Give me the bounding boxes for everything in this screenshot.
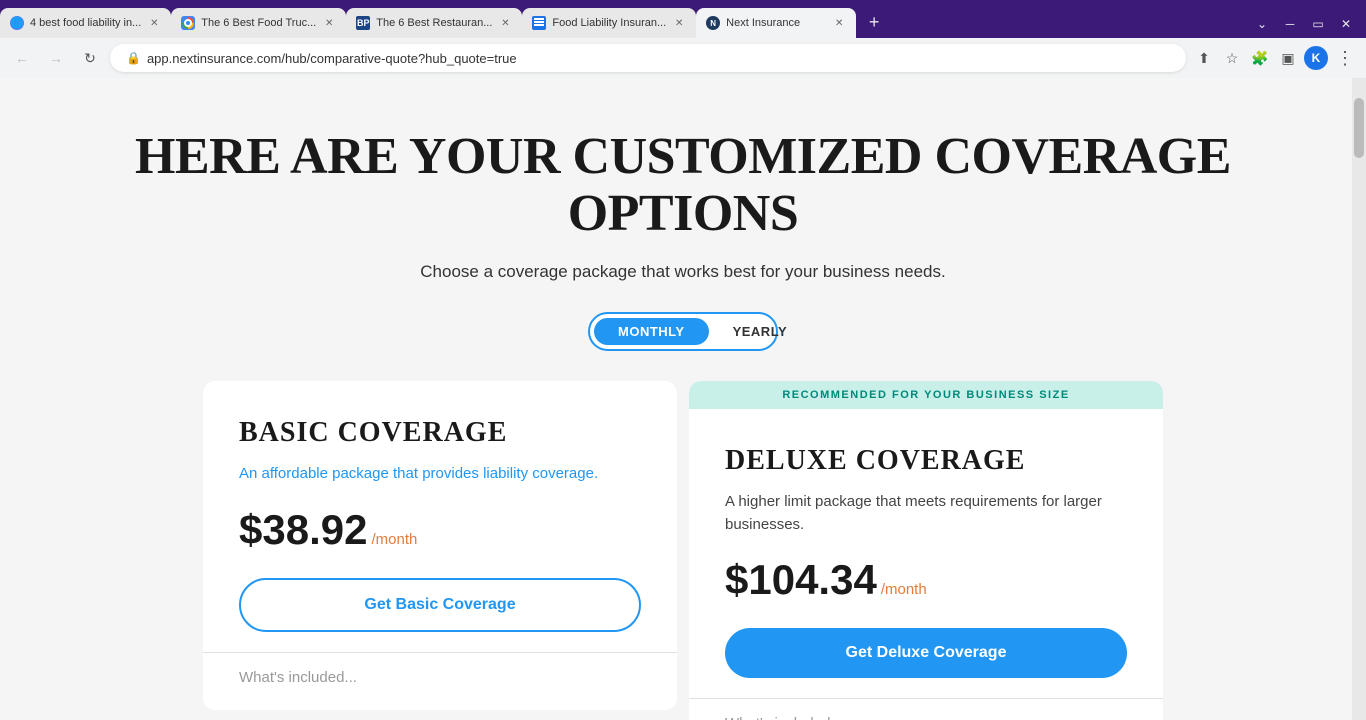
page-title: HERE ARE YOUR CUSTOMIZED COVERAGE OPTION… bbox=[60, 128, 1306, 242]
tab-list-icon[interactable]: ⌄ bbox=[1250, 12, 1274, 36]
tab-bar: 🌐 4 best food liability in... ✕ The 6 Be… bbox=[0, 0, 1366, 38]
share-icon[interactable]: ⬆ bbox=[1192, 46, 1216, 70]
deluxe-price-amount: $104.34 bbox=[725, 556, 877, 604]
basic-whats-included[interactable]: What's included... bbox=[239, 669, 641, 686]
tab5-close-icon[interactable]: ✕ bbox=[832, 16, 846, 30]
tab1-close-icon[interactable]: ✕ bbox=[147, 16, 161, 30]
basic-desc-plain: An affordable package that provides bbox=[239, 465, 483, 482]
recommended-banner: RECOMMENDED FOR YOUR BUSINESS SIZE bbox=[689, 381, 1163, 409]
page-subtitle: Choose a coverage package that works bes… bbox=[420, 262, 945, 282]
basic-price-period: /month bbox=[371, 531, 417, 548]
tab4-close-icon[interactable]: ✕ bbox=[672, 16, 686, 30]
tab5-favicon: N bbox=[706, 16, 720, 30]
deluxe-card-description: A higher limit package that meets requir… bbox=[725, 491, 1127, 536]
page-scrollbar[interactable] bbox=[1352, 78, 1366, 720]
address-bar-row: ← → ↻ 🔒 app.nextinsurance.com/hub/compar… bbox=[0, 38, 1366, 78]
basic-coverage-card: BASIC COVERAGE An affordable package tha… bbox=[203, 381, 677, 710]
basic-desc-highlight: liability bbox=[483, 465, 528, 482]
tab2-title: The 6 Best Food Truc... bbox=[201, 17, 316, 29]
tab4-favicon bbox=[532, 16, 546, 30]
cards-container: BASIC COVERAGE An affordable package tha… bbox=[203, 381, 1163, 720]
tab-1[interactable]: 🌐 4 best food liability in... ✕ bbox=[0, 8, 171, 38]
tab2-favicon bbox=[181, 16, 195, 30]
basic-desc-end: coverage. bbox=[528, 465, 598, 482]
lock-icon: 🔒 bbox=[126, 51, 141, 65]
basic-divider bbox=[203, 652, 677, 653]
reload-button[interactable]: ↻ bbox=[76, 44, 104, 72]
basic-price-amount: $38.92 bbox=[239, 506, 367, 554]
maximize-icon[interactable]: ▭ bbox=[1306, 12, 1330, 36]
get-deluxe-coverage-button[interactable]: Get Deluxe Coverage bbox=[725, 628, 1127, 678]
tab1-favicon: 🌐 bbox=[10, 16, 24, 30]
tab5-title: Next Insurance bbox=[726, 17, 826, 29]
basic-price-container: $38.92 /month bbox=[239, 506, 641, 554]
deluxe-whats-included[interactable]: What's included... bbox=[725, 715, 1127, 720]
back-button[interactable]: ← bbox=[8, 44, 36, 72]
tab4-title: Food Liability Insuran... bbox=[552, 17, 666, 29]
profile-avatar[interactable]: K bbox=[1304, 46, 1328, 70]
deluxe-coverage-card: RECOMMENDED FOR YOUR BUSINESS SIZE DELUX… bbox=[689, 381, 1163, 720]
tab3-title: The 6 Best Restauran... bbox=[376, 17, 492, 29]
address-actions: ⬆ ☆ 🧩 ▣ K ⋮ bbox=[1192, 46, 1358, 70]
url-text: app.nextinsurance.com/hub/comparative-qu… bbox=[147, 51, 517, 66]
new-tab-button[interactable]: + bbox=[860, 8, 888, 36]
address-field[interactable]: 🔒 app.nextinsurance.com/hub/comparative-… bbox=[110, 44, 1186, 72]
basic-card-description: An affordable package that provides liab… bbox=[239, 463, 641, 486]
tab-3[interactable]: BP The 6 Best Restauran... ✕ bbox=[346, 8, 522, 38]
tab1-title: 4 best food liability in... bbox=[30, 17, 141, 29]
basic-card-title: BASIC COVERAGE bbox=[239, 417, 641, 449]
split-view-icon[interactable]: ▣ bbox=[1276, 46, 1300, 70]
deluxe-card-title: DELUXE COVERAGE bbox=[725, 445, 1127, 477]
browser-chrome: 🌐 4 best food liability in... ✕ The 6 Be… bbox=[0, 0, 1366, 78]
tab-2[interactable]: The 6 Best Food Truc... ✕ bbox=[171, 8, 346, 38]
tab3-close-icon[interactable]: ✕ bbox=[498, 16, 512, 30]
scrollbar-thumb[interactable] bbox=[1354, 98, 1364, 158]
minimize-icon[interactable]: ─ bbox=[1278, 12, 1302, 36]
window-actions: ⌄ ─ ▭ ✕ bbox=[1250, 12, 1366, 36]
deluxe-divider bbox=[689, 698, 1163, 699]
get-basic-coverage-button[interactable]: Get Basic Coverage bbox=[239, 578, 641, 632]
tab3-favicon: BP bbox=[356, 16, 370, 30]
deluxe-price-container: $104.34 /month bbox=[725, 556, 1127, 604]
extensions-icon[interactable]: 🧩 bbox=[1248, 46, 1272, 70]
bookmark-icon[interactable]: ☆ bbox=[1220, 46, 1244, 70]
monthly-toggle-option[interactable]: MONTHLY bbox=[594, 318, 709, 345]
close-window-icon[interactable]: ✕ bbox=[1334, 12, 1358, 36]
tab-4[interactable]: Food Liability Insuran... ✕ bbox=[522, 8, 696, 38]
page-content: HERE ARE YOUR CUSTOMIZED COVERAGE OPTION… bbox=[0, 78, 1366, 720]
forward-button[interactable]: → bbox=[42, 44, 70, 72]
tab-5[interactable]: N Next Insurance ✕ bbox=[696, 8, 856, 38]
tab2-close-icon[interactable]: ✕ bbox=[322, 16, 336, 30]
browser-menu-icon[interactable]: ⋮ bbox=[1332, 48, 1358, 69]
yearly-toggle-option[interactable]: YEARLY bbox=[709, 318, 812, 345]
billing-toggle[interactable]: MONTHLY YEARLY bbox=[588, 312, 778, 351]
deluxe-price-period: /month bbox=[881, 581, 927, 598]
